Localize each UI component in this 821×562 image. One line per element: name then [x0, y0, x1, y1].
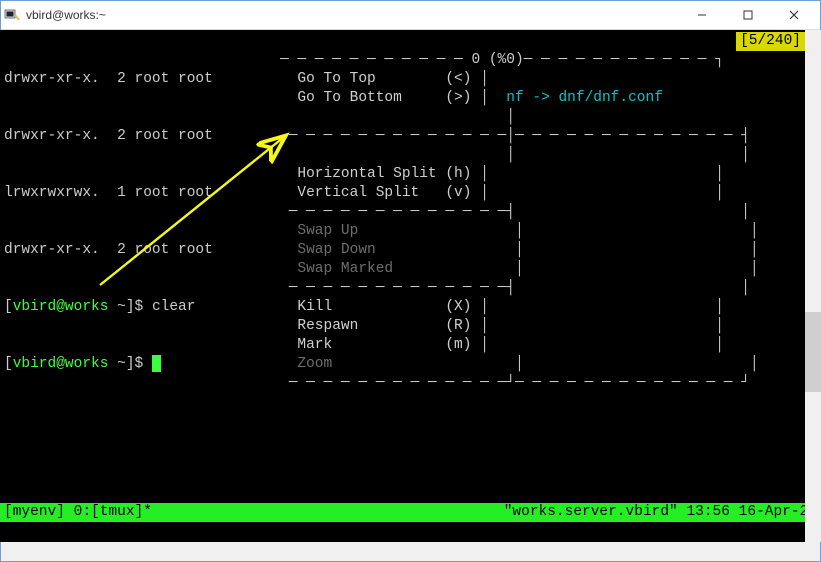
menu-kill[interactable]: Kill (X)	[297, 299, 471, 315]
menu-respawn[interactable]: Respawn (R)	[297, 318, 471, 334]
window-buttons	[679, 0, 817, 30]
menu-goto-bottom[interactable]: Go To Bottom (>)	[297, 90, 471, 106]
tmux-status-bar: [myenv] 0:[tmux]* "works.server.vbird" 1…	[0, 503, 821, 522]
cursor	[152, 355, 161, 372]
menu-mark[interactable]: Mark (m)	[297, 337, 471, 353]
menu-swap-down: Swap Down	[297, 242, 375, 258]
menu-swap-marked: Swap Marked	[297, 261, 393, 277]
tmux-context-menu: ─ ─ ─ ─ ─ ─ ─ ─ ─ ─ ─ 0 (%0)─ ─ ─ ─ ─ ─ …	[280, 32, 800, 412]
terminal-area[interactable]: [5/240] drwxr-xr-x. 2 root root drwxr-xr…	[0, 30, 821, 542]
maximize-button[interactable]	[725, 0, 771, 30]
symlink-target: nf -> dnf/dnf.conf	[506, 90, 663, 106]
minimize-button[interactable]	[679, 0, 725, 30]
menu-hsplit[interactable]: Horizontal Split (h)	[297, 166, 471, 182]
window-titlebar[interactable]: vbird@works:~	[0, 0, 821, 30]
menu-vsplit[interactable]: Vertical Split (v)	[297, 185, 471, 201]
window-title: vbird@works:~	[26, 8, 679, 22]
menu-swap-up: Swap Up	[297, 223, 358, 239]
scroll-thumb[interactable]	[805, 312, 821, 392]
menu-goto-top[interactable]: Go To Top (<)	[297, 71, 471, 87]
scrollbar[interactable]	[805, 30, 821, 542]
status-session: [myenv] 0:[tmux]*	[4, 503, 152, 522]
app-icon	[4, 7, 20, 23]
close-button[interactable]	[771, 0, 817, 30]
status-right: "works.server.vbird" 13:56 16-Apr-24	[504, 503, 817, 522]
menu-zoom: Zoom	[297, 356, 332, 372]
